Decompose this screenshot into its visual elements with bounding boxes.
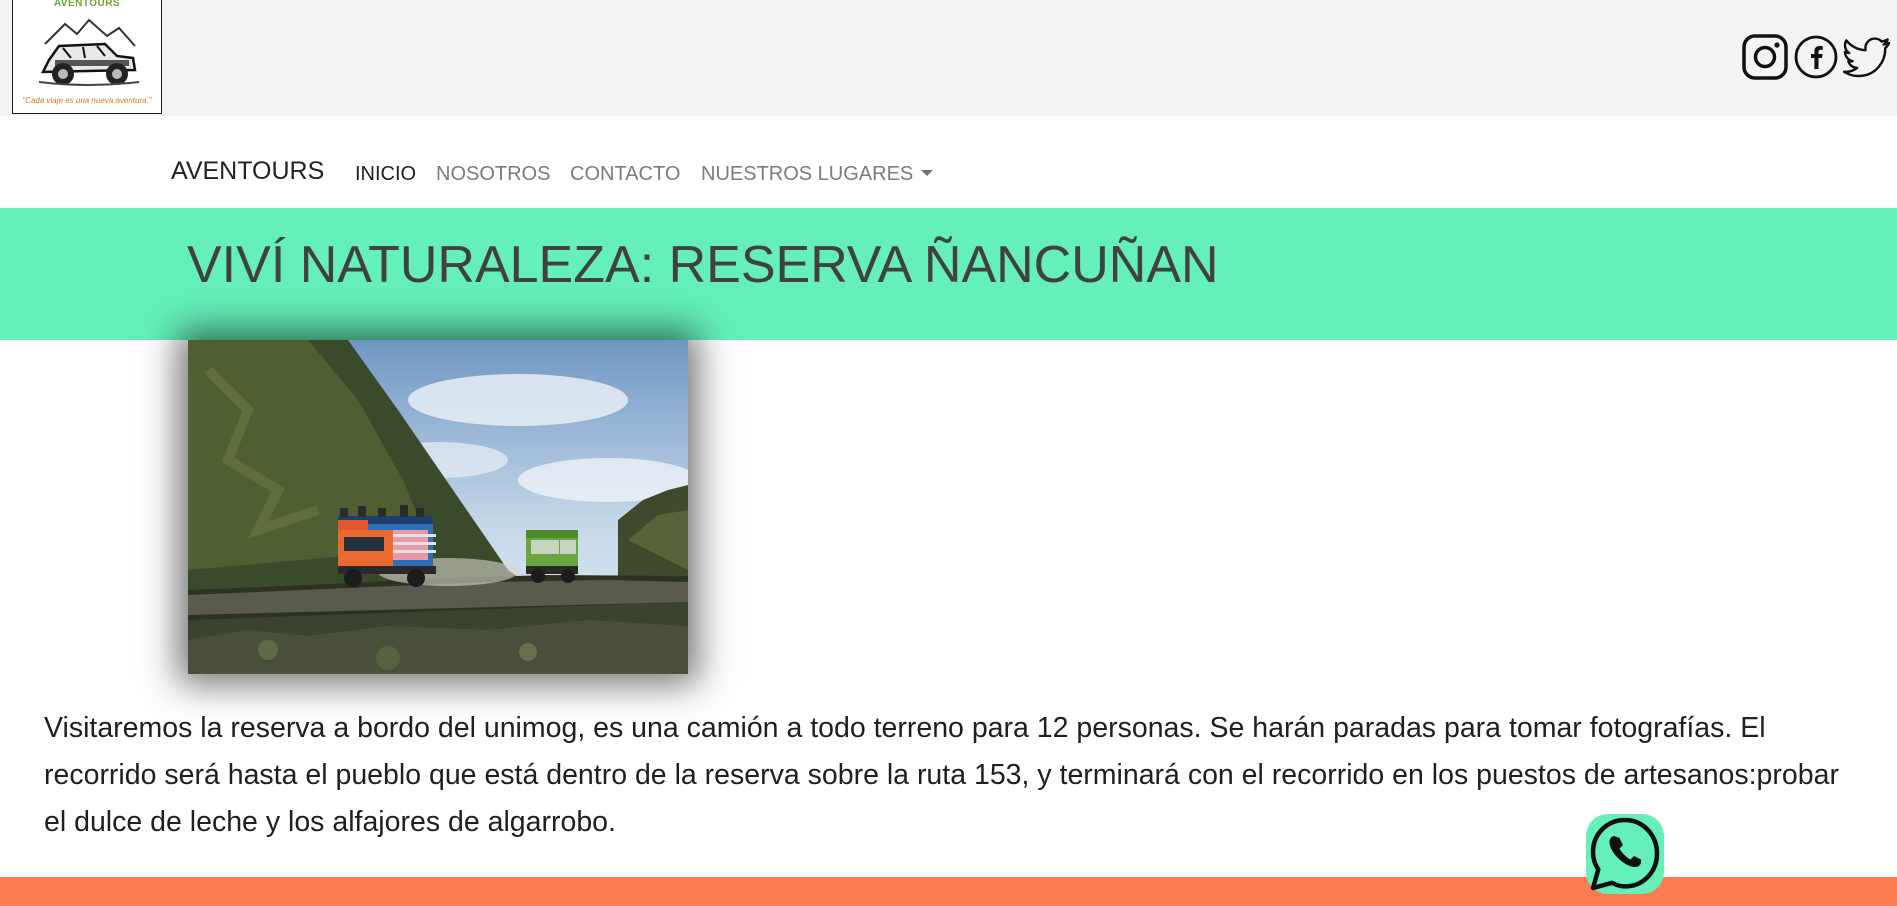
whatsapp-icon[interactable] — [1584, 812, 1666, 896]
page-title: VIVÍ NATURALEZA: RESERVA ÑANCUÑAN — [187, 236, 1219, 294]
chevron-down-icon — [921, 170, 934, 176]
top-bar: AVENTOURS "Cada viaje es una nueva avent… — [0, 0, 1897, 116]
twitter-icon[interactable] — [1843, 34, 1891, 80]
hero-banner: VIVÍ NATURALEZA: RESERVA ÑANCUÑAN — [0, 208, 1897, 340]
facebook-icon[interactable] — [1794, 34, 1838, 80]
logo-slogan: "Cada viaje es una nueva aventura." — [22, 96, 152, 105]
trucks-on-mountain-road-image — [188, 340, 688, 674]
instagram-icon[interactable] — [1742, 34, 1788, 80]
tour-description: Visitaremos la reserva a bordo del unimo… — [44, 712, 1839, 838]
nav-item-nosotros[interactable]: NOSOTROS — [436, 164, 550, 184]
logo-brand-text: AVENTOURS — [53, 0, 121, 9]
hero-photo — [188, 340, 688, 674]
main-navbar: AVENTOURS INICIO NOSOTROS CONTACTO NUEST… — [0, 116, 1897, 208]
navbar-brand[interactable]: AVENTOURS — [171, 159, 324, 184]
offroad-car-icon — [38, 18, 140, 86]
nav-item-contacto[interactable]: CONTACTO — [570, 164, 680, 184]
site-logo[interactable]: AVENTOURS "Cada viaje es una nueva avent… — [12, 0, 162, 114]
nav-item-inicio[interactable]: INICIO — [355, 164, 416, 184]
nav-item-nuestros-lugares-label: NUESTROS LUGARES — [701, 163, 914, 185]
nav-item-nuestros-lugares[interactable]: NUESTROS LUGARES — [701, 163, 934, 185]
